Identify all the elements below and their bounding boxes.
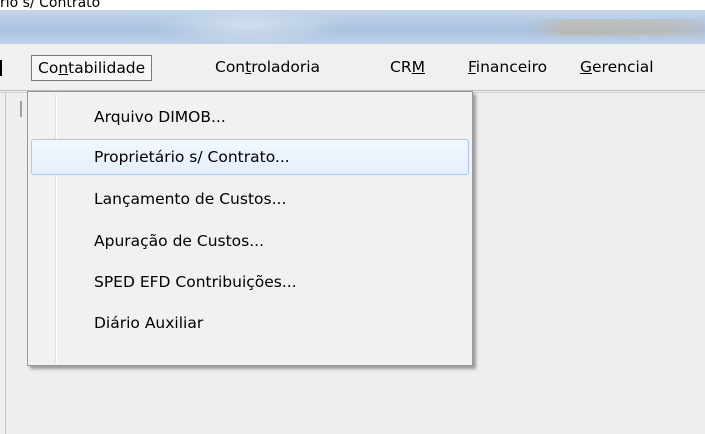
menu-item-lancamento-de-custos[interactable]: Lançamento de Custos... — [31, 181, 469, 217]
menu-gerencial[interactable]: Gerencial — [580, 56, 654, 80]
menu-item-arquivo-dimob[interactable]: Arquivo DIMOB... — [31, 99, 469, 135]
menu-financeiro[interactable]: Financeiro — [468, 56, 547, 80]
menu-bar: ​ Contabilidade Controladoria CRM Financ… — [0, 44, 705, 92]
window-caption-fragment: rio s/ Contrato — [0, 0, 101, 10]
menu-contabilidade[interactable]: Contabilidade — [31, 55, 153, 81]
menu-crm[interactable]: CRM — [390, 56, 425, 80]
workspace-left-border — [5, 92, 6, 434]
title-bar — [0, 10, 705, 44]
menu-controladoria[interactable]: Controladoria — [215, 56, 320, 80]
contabilidade-dropdown-menu: Arquivo DIMOB... Proprietário s/ Contrat… — [27, 91, 473, 366]
menu-item-apuracao-de-custos[interactable]: Apuração de Custos... — [31, 223, 469, 259]
menu-item-previous-partial[interactable]: ​ — [0, 56, 2, 80]
menu-item-proprietario-sem-contrato[interactable]: Proprietário s/ Contrato... — [31, 139, 469, 175]
title-bar-glow — [150, 10, 350, 44]
window-title-blurred — [530, 19, 705, 35]
toolbar-grip — [20, 101, 22, 117]
menu-item-sped-efd-contribuicoes[interactable]: SPED EFD Contribuições... — [31, 264, 469, 300]
menu-item-diario-auxiliar[interactable]: Diário Auxiliar — [31, 305, 469, 341]
